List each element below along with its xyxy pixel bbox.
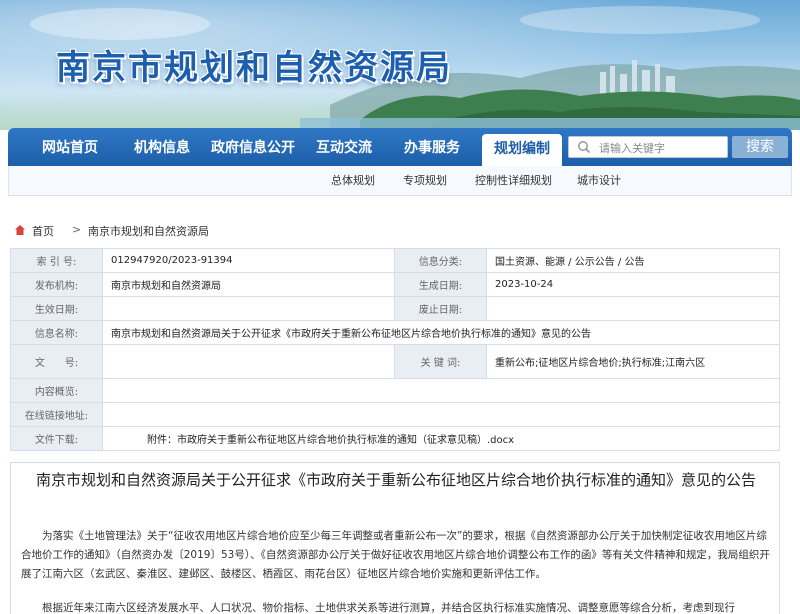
value-doc-no — [102, 344, 395, 379]
nav-gov-info-disclosure[interactable]: 政府信息公开 — [206, 128, 300, 166]
nav-services[interactable]: 办事服务 — [392, 128, 472, 166]
subnav-master-plan[interactable]: 总体规划 — [331, 166, 375, 196]
article-paragraph: 为落实《土地管理法》关于“征收农用地区片综合地价应至少每三年调整或者重新公布一次… — [21, 530, 770, 580]
site-banner: 南京市规划和自然资源局 — [0, 0, 800, 130]
value-category: 国土资源、能源 / 公示公告 / 公告 — [486, 248, 780, 273]
search-placeholder: 请输入关键字 — [599, 142, 665, 155]
label-doc-no: 文 号: — [10, 344, 103, 379]
label-info-name: 信息名称: — [10, 320, 103, 345]
label-keywords: 关 键 词: — [394, 344, 487, 379]
breadcrumb-home[interactable]: 首页 — [32, 223, 54, 239]
main-nav: 网站首页 机构信息 政府信息公开 互动交流 办事服务 规划编制 请输入关键字 搜… — [8, 128, 792, 166]
sub-nav: 总体规划 专项规划 控制性详细规划 城市设计 — [8, 166, 792, 196]
value-content-overview — [102, 378, 780, 403]
site-title: 南京市规划和自然资源局 — [56, 48, 452, 88]
table-row: 发布机构: 南京市规划和自然资源局 生成日期: 2023-10-24 — [10, 272, 780, 297]
article-title: 南京市规划和自然资源局关于公开征求《市政府关于重新公布征地区片综合地价执行标准的… — [35, 471, 756, 489]
table-row: 文 号: 关 键 词: 重新公布;征地区片综合地价;执行标准;江南六区 — [10, 344, 780, 379]
search-button[interactable]: 搜索 — [732, 136, 788, 158]
label-publisher: 发布机构: — [10, 272, 103, 297]
table-row: 信息名称: 南京市规划和自然资源局关于公开征求《市政府关于重新公布征地区片综合地… — [10, 320, 780, 345]
table-row: 生效日期: 废止日期: — [10, 296, 780, 321]
breadcrumb-separator: > — [72, 223, 82, 236]
label-category: 信息分类: — [394, 248, 487, 273]
info-table: 索 引 号: 012947920/2023-91394 信息分类: 国土资源、能… — [10, 248, 780, 451]
search-icon — [578, 141, 591, 154]
subnav-detailed-plan[interactable]: 控制性详细规划 — [475, 166, 552, 196]
value-effective-date — [102, 296, 395, 321]
article-paragraph: 根据近年来江南六区经济发展水平、人口状况、物价指标、土地供求关系等进行测算，并结… — [42, 602, 735, 614]
value-online-link — [102, 402, 780, 427]
subnav-special-plan[interactable]: 专项规划 — [403, 166, 447, 196]
nav-home[interactable]: 网站首页 — [28, 128, 112, 166]
nav-institution-info[interactable]: 机构信息 — [120, 128, 204, 166]
subnav-urban-design[interactable]: 城市设计 — [577, 166, 621, 196]
search-input[interactable]: 请输入关键字 — [568, 136, 728, 158]
value-publisher: 南京市规划和自然资源局 — [102, 272, 395, 297]
label-content-overview: 内容概览: — [10, 378, 103, 403]
label-online-link: 在线链接地址: — [10, 402, 103, 427]
value-expiry-date — [486, 296, 780, 321]
label-effective-date: 生效日期: — [10, 296, 103, 321]
label-index-no: 索 引 号: — [10, 248, 103, 273]
table-row: 索 引 号: 012947920/2023-91394 信息分类: 国土资源、能… — [10, 248, 780, 273]
table-row: 在线链接地址: — [10, 402, 780, 427]
value-keywords: 重新公布;征地区片综合地价;执行标准;江南六区 — [486, 344, 780, 379]
value-index-no: 012947920/2023-91394 — [102, 248, 395, 273]
file-download-link[interactable]: 附件：市政府关于重新公布征地区片综合地价执行标准的通知（征求意见稿）.docx — [102, 426, 780, 451]
label-file-download: 文件下载: — [10, 426, 103, 451]
nav-interaction[interactable]: 互动交流 — [304, 128, 384, 166]
home-icon — [15, 225, 25, 235]
breadcrumb-current[interactable]: 南京市规划和自然资源局 — [88, 223, 209, 239]
value-generated-date: 2023-10-24 — [486, 272, 780, 297]
article: 南京市规划和自然资源局关于公开征求《市政府关于重新公布征地区片综合地价执行标准的… — [10, 462, 780, 614]
label-generated-date: 生成日期: — [394, 272, 487, 297]
table-row: 内容概览: — [10, 378, 780, 403]
label-expiry-date: 废止日期: — [394, 296, 487, 321]
table-row: 文件下载: 附件：市政府关于重新公布征地区片综合地价执行标准的通知（征求意见稿）… — [10, 426, 780, 451]
nav-planning[interactable]: 规划编制 — [482, 134, 562, 166]
value-info-name: 南京市规划和自然资源局关于公开征求《市政府关于重新公布征地区片综合地价执行标准的… — [102, 320, 780, 345]
